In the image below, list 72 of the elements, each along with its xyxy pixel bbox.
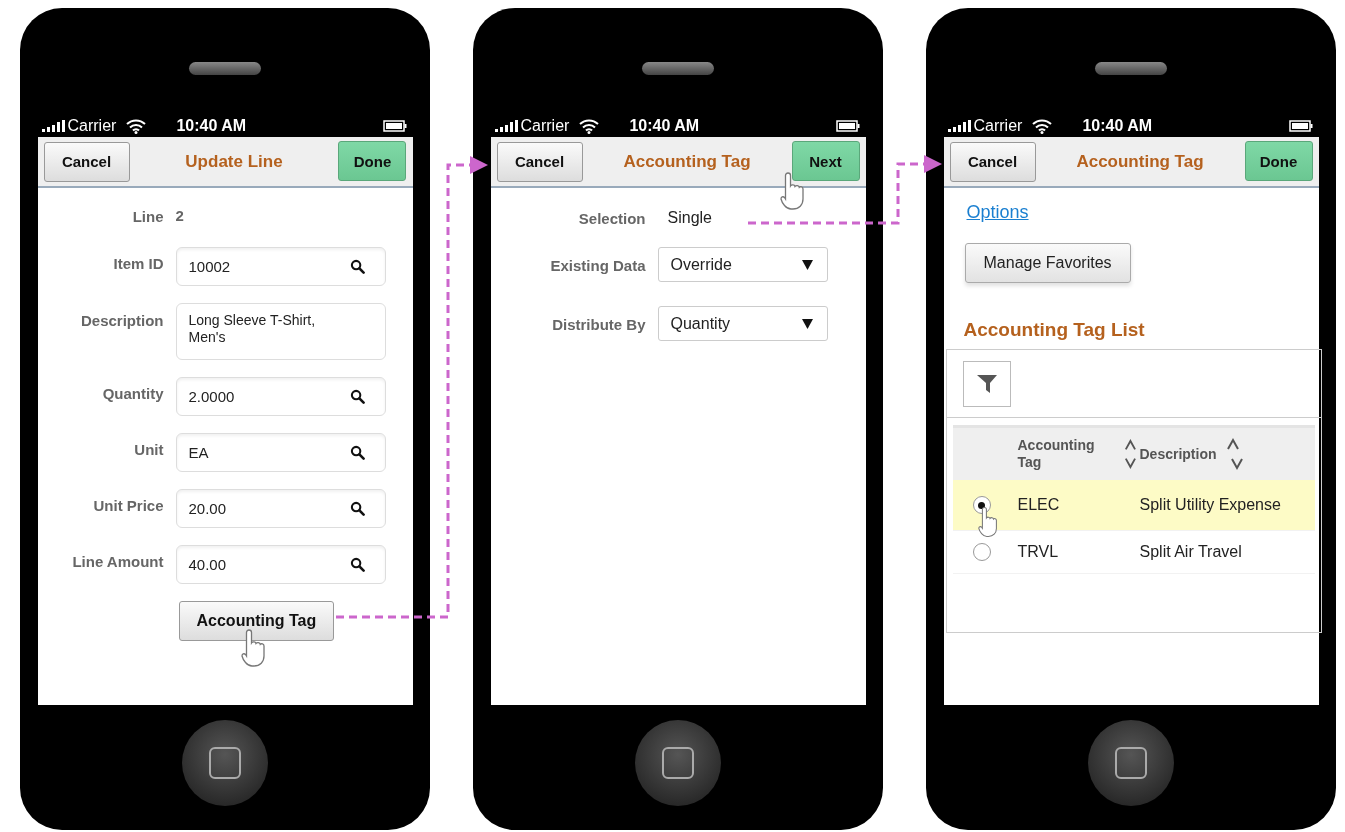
status-time: 10:40 AM — [629, 117, 701, 135]
header-action-button[interactable]: Next — [791, 141, 860, 181]
field-value: 2 — [175, 207, 185, 224]
battery-icon — [382, 120, 407, 132]
field-label: Quantity — [101, 384, 164, 402]
field-value: Single — [666, 208, 713, 227]
carrier-name: Carrier — [520, 117, 570, 135]
wifi-icon — [579, 118, 600, 134]
input-field[interactable]: 20.00 — [175, 489, 386, 528]
section-heading: Accounting Tag List — [963, 319, 1146, 341]
search-icon[interactable] — [349, 557, 365, 572]
accounting-tag-button[interactable]: Accounting Tag — [178, 601, 335, 641]
manage-favorites-button[interactable]: Manage Favorites — [964, 243, 1131, 283]
screen-title: Accounting Tag — [623, 151, 751, 172]
field-label: Unit — [133, 440, 164, 458]
dropdown[interactable]: Quantity — [657, 306, 828, 341]
field-label: Existing Data — [549, 256, 646, 274]
text-area[interactable]: Long Sleeve T-Shirt, Men's — [175, 303, 386, 360]
input-field[interactable]: 40.00 — [175, 545, 386, 584]
carrier-name: Carrier — [67, 117, 117, 135]
cancel-button[interactable]: Cancel — [43, 141, 130, 182]
home-square-icon — [662, 747, 694, 779]
header-action-button[interactable]: Done — [1244, 141, 1313, 181]
field-label: Distribute By — [551, 315, 646, 333]
input-field[interactable]: 10002 — [175, 247, 386, 286]
options-link[interactable]: Options — [966, 202, 1029, 223]
table-cell: TRVL — [1017, 543, 1059, 561]
search-icon[interactable] — [349, 445, 365, 460]
speaker-grille — [642, 62, 714, 75]
input-field[interactable]: EA — [175, 433, 386, 472]
battery-icon — [1288, 120, 1313, 132]
table-cell: Split Utility Expense — [1139, 496, 1281, 514]
cancel-button[interactable]: Cancel — [496, 141, 583, 182]
caret-icon — [801, 318, 813, 329]
field-label: Line Amount — [71, 552, 164, 570]
carrier-name: Carrier — [973, 117, 1023, 135]
signal-icon — [41, 120, 66, 132]
field-label: Selection — [577, 209, 646, 227]
wifi-icon — [126, 118, 147, 134]
field-label: Item ID — [112, 254, 164, 272]
home-square-icon — [1115, 747, 1147, 779]
caret-icon — [801, 259, 813, 270]
column-header[interactable]: Description — [1139, 425, 1315, 480]
filter-icon — [975, 372, 998, 395]
table-cell: ELEC — [1017, 496, 1060, 514]
screen-title: Update Line — [185, 151, 283, 172]
status-time: 10:40 AM — [176, 117, 248, 135]
hand-cursor-icon — [780, 172, 804, 210]
cancel-button[interactable]: Cancel — [949, 141, 1036, 182]
field-label: Unit Price — [92, 496, 164, 514]
search-icon[interactable] — [349, 501, 365, 516]
screen-title: Accounting Tag — [1076, 151, 1204, 172]
field-label: Line — [131, 207, 164, 225]
column-header[interactable]: Accounting Tag — [1017, 425, 1140, 480]
home-square-icon — [209, 747, 241, 779]
search-icon[interactable] — [349, 389, 365, 404]
radio-button[interactable] — [972, 543, 991, 561]
signal-icon — [494, 120, 519, 132]
wifi-icon — [1032, 118, 1053, 134]
hand-cursor-icon — [241, 629, 265, 667]
filter-button[interactable] — [962, 360, 1011, 407]
speaker-grille — [189, 62, 261, 75]
status-time: 10:40 AM — [1082, 117, 1154, 135]
dropdown[interactable]: Override — [657, 247, 828, 282]
header-action-button[interactable]: Done — [338, 141, 407, 181]
battery-icon — [835, 120, 860, 132]
field-label: Description — [80, 311, 164, 329]
signal-icon — [947, 120, 972, 132]
table-cell: Split Air Travel — [1139, 543, 1242, 561]
search-icon[interactable] — [349, 259, 365, 274]
input-field[interactable]: 2.0000 — [175, 377, 386, 416]
speaker-grille — [1095, 62, 1167, 75]
